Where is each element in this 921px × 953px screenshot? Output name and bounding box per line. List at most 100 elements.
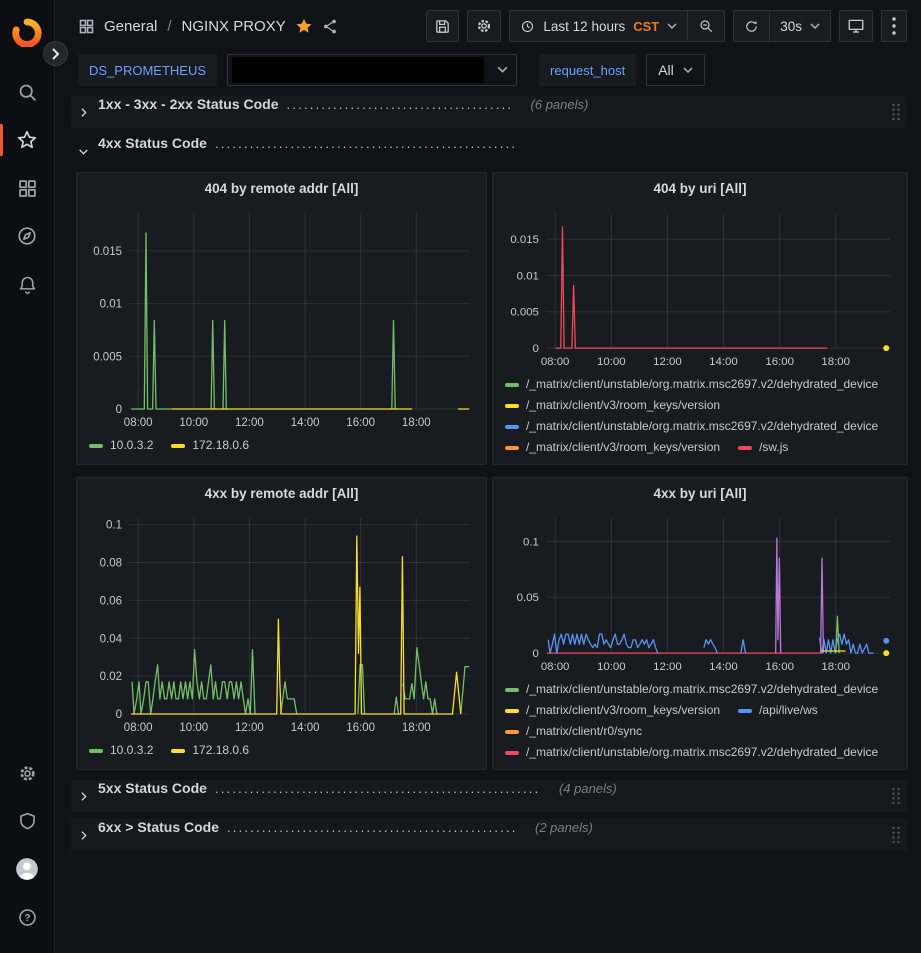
time-range-picker[interactable]: Last 12 hours CST [510,11,687,41]
dashboard-settings-button[interactable] [467,10,501,42]
x-tick-label: 14:00 [709,661,738,673]
row-panel-count: (6 panels) [531,97,589,112]
x-tick-label: 18:00 [821,661,850,673]
legend-swatch [505,404,519,408]
chevron-down-icon [810,23,820,30]
timezone-label: CST [633,19,659,34]
panel-title[interactable]: 404 by uri [All] [501,179,899,199]
legend-item[interactable]: 10.0.3.2 [89,435,153,456]
tv-mode-button[interactable] [839,10,873,42]
panel-title[interactable]: 4xx by uri [All] [501,484,899,504]
share-button[interactable] [322,18,339,35]
refresh-icon [744,19,759,34]
dashboards-grid-icon [17,178,38,199]
drag-handle[interactable] [891,786,901,806]
chart-legend: /_matrix/client/unstable/org.matrix.msc2… [501,679,899,761]
legend-label: /_matrix/client/r0/sync [526,721,642,742]
row-1xx-3xx-2xx-status-code[interactable]: 1xx - 3xx - 2xx Status Code ............… [71,96,907,128]
time-picker-group: Last 12 hours CST [509,10,725,42]
kebab-menu-icon [892,17,896,35]
favorite-star-button[interactable] [295,17,313,35]
y-tick-label: 0.08 [100,558,122,570]
legend-item[interactable]: /_matrix/client/v3/room_keys/version [505,700,720,721]
monitor-icon [847,17,865,35]
zoom-out-button[interactable] [687,11,724,41]
time-series-chart[interactable]: 08:0010:0012:0014:0016:0018:0000.020.040… [85,504,480,740]
chart-legend: 10.0.3.2 172.18.0.6 [85,740,478,761]
legend-item[interactable]: 172.18.0.6 [171,740,249,761]
x-tick-label: 18:00 [402,722,431,734]
chevron-down-icon [77,145,90,158]
panel-title[interactable]: 4xx by remote addr [All] [85,484,478,504]
row-6xx-status-code[interactable]: 6xx > Status Code ......................… [71,819,907,851]
legend-label: /_matrix/client/unstable/org.matrix.msc2… [526,374,878,395]
x-tick-label: 08:00 [541,356,570,368]
refresh-button[interactable] [734,11,769,41]
share-icon [322,18,339,35]
legend-item[interactable]: /_matrix/client/unstable/org.matrix.msc2… [505,374,878,395]
legend-swatch [505,446,519,450]
star-filled-icon [295,17,313,35]
y-tick-label: 0.005 [93,351,122,363]
legend-item[interactable]: /_matrix/client/unstable/org.matrix.msc2… [505,679,878,700]
sidebar-item-profile[interactable] [0,845,55,893]
sidebar: ? [0,0,55,953]
row-title-dots: ........................................… [287,97,513,112]
legend-item[interactable]: /_matrix/client/v3/room_keys/version [505,437,720,456]
panel-404-by-uri: 404 by uri [All] 08:0010:0012:0014:0016:… [492,172,908,465]
breadcrumb-folder[interactable]: General [104,18,157,35]
sidebar-item-explore[interactable] [0,212,55,260]
x-tick-label: 16:00 [346,722,375,734]
legend-swatch [505,688,519,692]
chevron-right-icon [77,106,90,119]
legend-item[interactable]: /_matrix/client/v3/room_keys/version [505,395,720,416]
sidebar-expand-button[interactable] [43,41,68,66]
sidebar-item-alerting[interactable] [0,260,55,308]
series-line [548,634,873,653]
x-tick-label: 10:00 [597,356,626,368]
time-series-chart[interactable]: 08:0010:0012:0014:0016:0018:0000.0050.01… [85,199,480,435]
legend-swatch [171,444,185,448]
x-tick-label: 18:00 [821,356,850,368]
datasource-variable-label: DS_PROMETHEUS [78,54,217,86]
legend-swatch [738,709,752,713]
datasource-variable-dropdown[interactable] [227,54,517,86]
drag-handle[interactable] [891,825,901,845]
legend-item[interactable]: /_matrix/client/unstable/org.matrix.msc2… [505,742,878,761]
svg-text:?: ? [24,913,30,924]
legend-item[interactable]: /_matrix/client/r0/sync [505,721,642,742]
row-5xx-status-code[interactable]: 5xx Status Code ........................… [71,780,907,812]
time-series-chart[interactable]: 08:0010:0012:0014:0016:0018:0000.0050.01… [501,199,901,374]
sidebar-item-server-admin[interactable] [0,797,55,845]
x-tick-label: 12:00 [653,661,682,673]
panel-title[interactable]: 404 by remote addr [All] [85,179,478,199]
row-4xx-status-code[interactable]: 4xx Status Code ........................… [71,135,907,167]
legend-label: /sw.js [759,437,788,456]
dashboard-header: General / NGINX PROXY [56,0,921,52]
drag-handle[interactable] [891,102,901,122]
legend-item[interactable]: /_matrix/client/unstable/org.matrix.msc2… [505,416,878,437]
series-line [836,616,839,653]
time-series-chart[interactable]: 08:0010:0012:0014:0016:0018:0000.050.1 [501,504,901,679]
sidebar-item-search[interactable] [0,68,55,116]
sidebar-item-starred[interactable] [0,116,55,164]
legend-item[interactable]: /api/live/ws [738,700,818,721]
save-dashboard-button[interactable] [426,10,459,42]
grafana-logo-icon [12,17,42,47]
legend-item[interactable]: 172.18.0.6 [171,435,249,456]
clock-icon [520,19,535,34]
legend-item[interactable]: 10.0.3.2 [89,740,153,761]
y-tick-label: 0.02 [100,671,122,683]
refresh-interval-label: 30s [780,19,802,34]
y-tick-label: 0.04 [100,633,123,645]
y-tick-label: 0.015 [93,246,122,258]
legend-label: /_matrix/client/unstable/org.matrix.msc2… [526,416,878,437]
sidebar-item-configuration[interactable] [0,749,55,797]
active-indicator [0,124,3,156]
host-variable-dropdown[interactable]: All [646,54,705,86]
legend-item[interactable]: /sw.js [738,437,788,456]
more-options-button[interactable] [881,10,907,42]
sidebar-item-help[interactable]: ? [0,893,55,941]
sidebar-item-dashboards[interactable] [0,164,55,212]
refresh-interval-dropdown[interactable]: 30s [769,11,830,41]
